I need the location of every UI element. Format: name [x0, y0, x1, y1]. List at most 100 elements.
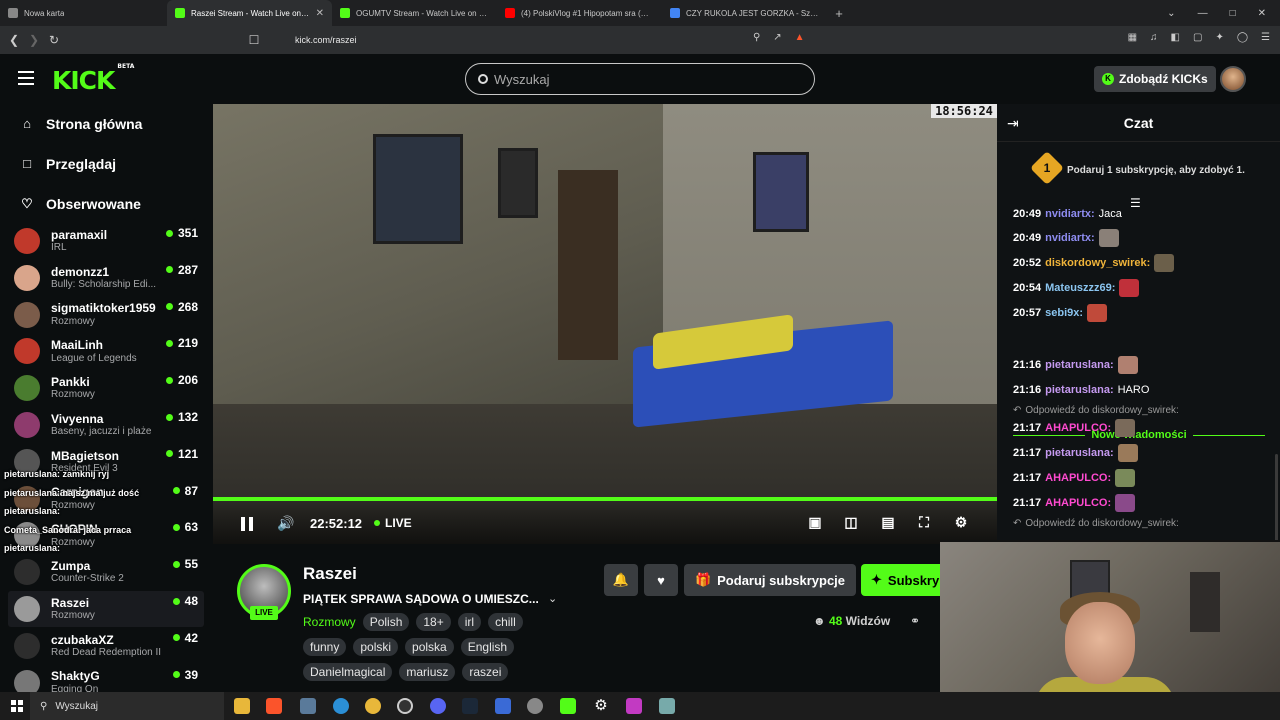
message-user[interactable]: nvidiartx: [1045, 208, 1095, 220]
stream-tag[interactable]: raszei [462, 663, 509, 681]
sidebar-nav-home[interactable]: ⌂ Strona główna [0, 104, 212, 144]
stream-tag[interactable]: polski [353, 638, 399, 656]
chat-message[interactable]: 21:17 AHAPULCO: [1013, 418, 1136, 438]
message-user[interactable]: pietaruslana: [1045, 447, 1113, 459]
hamburger-menu-icon[interactable] [18, 71, 34, 85]
close-icon[interactable]: ✕ [1258, 8, 1266, 19]
message-user[interactable]: diskordowy_swirek: [1045, 257, 1150, 269]
message-user[interactable]: AHAPULCO: [1045, 497, 1111, 509]
back-icon[interactable]: ❮ [4, 33, 24, 47]
sidebar-channel[interactable]: sigmatiktoker1959 Rozmowy 268 [8, 297, 204, 333]
app-icon[interactable] [626, 698, 642, 714]
new-tab-icon[interactable]: + [827, 6, 851, 21]
obs-icon[interactable] [397, 698, 413, 714]
miniplayer-icon[interactable]: ▣ [807, 514, 823, 530]
extensions-icon[interactable]: ▦ [1128, 32, 1137, 43]
menu-icon[interactable]: ☰ [1261, 32, 1270, 43]
search-input[interactable]: Wyszukaj [465, 63, 815, 95]
message-user[interactable]: Mateuszzz69: [1045, 282, 1115, 294]
gift-subs-button[interactable]: 🎁 Podaruj subskrypcje [684, 564, 856, 596]
share-icon[interactable]: ⚭ [910, 614, 920, 628]
message-user[interactable]: pietaruslana: [1045, 359, 1113, 371]
sidebar-toggle-icon[interactable]: ◧ [1171, 32, 1180, 43]
clip-icon[interactable]: ◫ [843, 514, 859, 530]
app-icon[interactable] [527, 698, 543, 714]
stream-tag[interactable]: mariusz [399, 663, 456, 681]
follow-heart-button[interactable]: ♥ [644, 564, 678, 596]
close-tab-icon[interactable]: ✕ [316, 8, 324, 19]
message-user[interactable]: nvidiartx: [1045, 232, 1095, 244]
message-user[interactable]: AHAPULCO: [1045, 472, 1111, 484]
channel-name[interactable]: Raszei [303, 564, 357, 584]
browser-tab[interactable]: OGUMTV Stream - Watch Live on Kick [332, 0, 497, 26]
chat-message[interactable]: 20:49 nvidiartx: Jaca [1013, 204, 1122, 224]
chat-scrollbar[interactable] [1275, 454, 1278, 544]
sidebar-channel[interactable]: Raszei Rozmowy 48 [8, 591, 204, 627]
chevron-down-icon[interactable]: ⌄ [548, 592, 557, 605]
settings-gear-icon[interactable]: ⚙ [593, 698, 609, 714]
stream-tag[interactable]: chill [488, 613, 523, 631]
kick-app-icon[interactable] [560, 698, 576, 714]
browser-tab[interactable]: Raszei Stream - Watch Live on Kick ✕ [167, 0, 332, 26]
stream-tag[interactable]: English [460, 638, 515, 656]
user-avatar[interactable] [1220, 66, 1246, 92]
stream-tag[interactable]: Polish [362, 613, 410, 631]
app-icon[interactable] [300, 698, 316, 714]
chat-message[interactable]: 20:54 Mateuszzz69: [1013, 278, 1140, 298]
sidebar-nav-browse[interactable]: □ Przeglądaj [0, 144, 212, 184]
reload-icon[interactable]: ↻ [44, 33, 64, 47]
category-link[interactable]: Rozmowy [303, 613, 356, 631]
file-explorer-icon[interactable] [234, 698, 250, 714]
taskbar-search[interactable]: ⚲ Wyszukaj [30, 692, 224, 720]
sidebar-channel[interactable]: Vivyenna Baseny, jacuzzi i plaże 132 [8, 407, 204, 443]
steam-icon[interactable] [462, 698, 478, 714]
pause-icon[interactable] [241, 517, 253, 531]
share-icon[interactable]: ↗ [773, 32, 781, 43]
leo-icon[interactable]: ✦ [1215, 32, 1223, 43]
settings-gear-icon[interactable]: ⚙ [953, 514, 969, 530]
chevron-down-icon[interactable]: ⌄ [1167, 8, 1175, 19]
sidebar-channel[interactable]: ShaktyG Egging On 39 [8, 665, 204, 692]
forward-icon[interactable]: ❯ [24, 33, 44, 47]
sidebar-nav-following[interactable]: ♡ Obserwowane [0, 184, 212, 224]
chat-message[interactable]: 21:17 AHAPULCO: [1013, 493, 1136, 513]
music-icon[interactable]: ♫ [1150, 32, 1158, 43]
browser-tab[interactable]: Nowa karta [0, 0, 167, 26]
fullscreen-icon[interactable]: ⛶ [916, 514, 932, 530]
windows-start-icon[interactable] [11, 700, 23, 712]
browser-tab[interactable]: (4) PolskiVlog #1 Hipopotam sra (Czy [497, 0, 662, 26]
sidebar-channel[interactable]: paramaxil IRL 351 [8, 223, 204, 259]
subscribe-button[interactable]: ✦ Subskrybuj [861, 564, 941, 596]
edge-icon[interactable] [333, 698, 349, 714]
stream-tag[interactable]: polska [405, 638, 454, 656]
chat-message[interactable]: 20:57 sebi9x: [1013, 303, 1108, 323]
chat-message[interactable]: 20:52 diskordowy_swirek: [1013, 253, 1175, 273]
message-user[interactable]: sebi9x: [1045, 307, 1083, 319]
discord-icon[interactable] [430, 698, 446, 714]
chat-message[interactable]: 21:17 AHAPULCO: [1013, 468, 1136, 488]
vpn-icon[interactable]: ◯ [1237, 32, 1248, 43]
stream-tag[interactable]: funny [303, 638, 347, 656]
get-kicks-button[interactable]: K Zdobądź KICKs [1094, 66, 1216, 92]
chat-message[interactable]: 21:17 pietaruslana: [1013, 443, 1138, 463]
chrome-icon[interactable] [365, 698, 381, 714]
notifications-bell-button[interactable]: 🔔 [604, 564, 638, 596]
video-player[interactable]: 18:56:24 🔊 22:52:12 LIVE ▣ ◫ ▤ ⛶ ⚙ [213, 104, 997, 544]
brave-browser-icon[interactable] [266, 698, 282, 714]
message-user[interactable]: AHAPULCO: [1045, 422, 1111, 434]
app-icon[interactable] [659, 698, 675, 714]
kick-logo[interactable]: KICK BETA [52, 63, 134, 95]
sidebar-channel[interactable]: MaaiLinh League of Legends 219 [8, 333, 204, 369]
brave-shield-icon[interactable]: ▲ [795, 32, 805, 43]
bookmark-icon[interactable]: ☐ [244, 33, 264, 47]
chat-message[interactable]: 21:16 pietaruslana: HARO [1013, 380, 1149, 400]
stream-tag[interactable]: 18+ [416, 613, 451, 631]
zoom-icon[interactable]: ⚲ [753, 32, 760, 43]
chat-message[interactable]: 20:49 nvidiartx: [1013, 228, 1119, 248]
stream-tag[interactable]: irl [457, 613, 482, 631]
url-field[interactable]: kick.com/raszei [265, 30, 990, 50]
theater-mode-icon[interactable]: ▤ [880, 514, 896, 530]
stream-tag[interactable]: Danielmagical [303, 663, 393, 681]
chat-message[interactable]: 21:16 pietaruslana: [1013, 355, 1138, 375]
sidebar-channel[interactable]: demonzz1 Bully: Scholarship Edi... 287 [8, 260, 204, 296]
